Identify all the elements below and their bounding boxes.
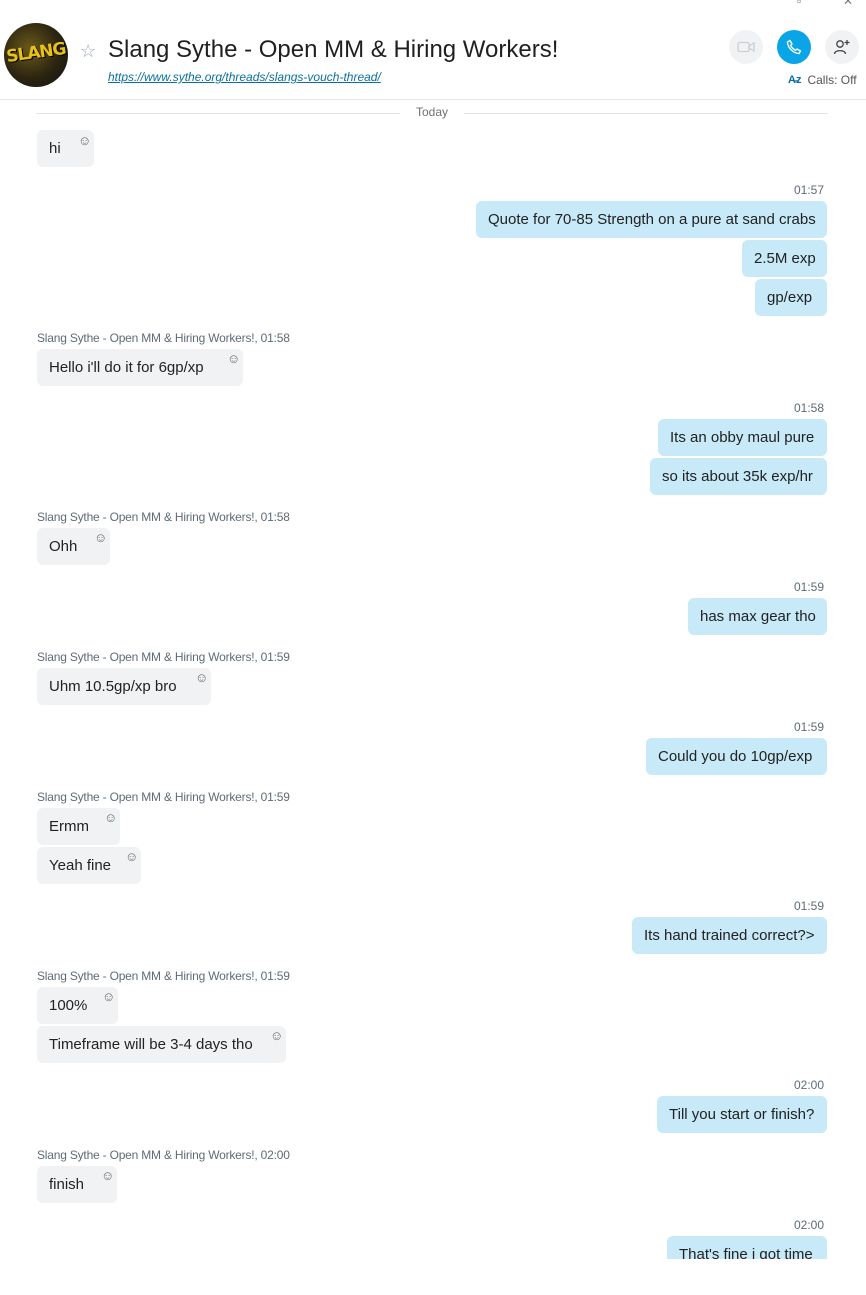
message-text: Its an obby maul pure — [670, 429, 815, 446]
sender-meta: Slang Sythe - Open MM & Hiring Workers!,… — [37, 510, 290, 524]
contact-avatar[interactable]: SLANG — [4, 23, 68, 87]
audio-call-button[interactable] — [777, 30, 811, 64]
add-person-icon — [833, 40, 850, 55]
reaction-icon[interactable]: ☺ — [227, 352, 240, 365]
message-text: Uhm 10.5gp/xp bro — [49, 678, 177, 695]
outgoing-message[interactable]: 2.5M exp — [742, 240, 827, 277]
reaction-icon[interactable]: ☺ — [94, 531, 107, 544]
incoming-message[interactable]: Hello i'll do it for 6gp/xp — [37, 349, 243, 386]
date-divider-line-right — [460, 113, 828, 114]
message-text: Ermm — [49, 818, 89, 835]
message-text: hi — [49, 140, 61, 157]
message-timestamp: 01:59 — [794, 720, 825, 734]
message-timestamp: 01:58 — [794, 401, 825, 415]
outgoing-message[interactable]: so its about 35k exp/hr — [650, 458, 827, 495]
sender-meta: Slang Sythe - Open MM & Hiring Workers!,… — [37, 790, 290, 804]
message-text: finish — [49, 1176, 85, 1193]
message-timestamp: 02:00 — [794, 1218, 825, 1232]
calls-label: Calls: Off — [807, 73, 857, 87]
message-text: Ohh — [49, 538, 78, 555]
video-icon — [737, 41, 755, 53]
reaction-icon[interactable]: ☺ — [102, 990, 115, 1003]
reaction-icon[interactable]: ☺ — [125, 850, 138, 863]
message-timestamp: 01:59 — [794, 580, 825, 594]
message-text: Its hand trained correct?> — [644, 927, 815, 944]
sender-meta: Slang Sythe - Open MM & Hiring Workers!,… — [37, 969, 290, 983]
message-text: has max gear tho — [700, 608, 816, 625]
chat-title: Slang Sythe - Open MM & Hiring Workers! — [108, 36, 559, 63]
outgoing-message[interactable]: Could you do 10gp/exp — [646, 738, 827, 775]
close-icon[interactable]: ✕ — [843, 0, 853, 8]
incoming-message[interactable]: Uhm 10.5gp/xp bro — [37, 668, 211, 705]
message-text: Yeah fine — [49, 857, 112, 874]
outgoing-message[interactable]: gp/exp — [755, 279, 827, 316]
message-text: Till you start or finish? — [669, 1106, 815, 1123]
outgoing-message[interactable]: Its an obby maul pure — [658, 419, 827, 456]
chat-header: SLANG ☆ Slang Sythe - Open MM & Hiring W… — [0, 0, 866, 100]
sender-meta: Slang Sythe - Open MM & Hiring Workers!,… — [37, 331, 290, 345]
maximize-icon[interactable]: ▫ — [797, 0, 801, 8]
message-text: Could you do 10gp/exp — [658, 748, 813, 765]
reaction-icon[interactable]: ☺ — [78, 134, 91, 147]
incoming-message[interactable]: Timeframe will be 3-4 days tho — [37, 1026, 286, 1063]
outgoing-message[interactable]: Till you start or finish? — [657, 1096, 827, 1133]
video-call-button[interactable] — [729, 30, 763, 64]
message-text: Timeframe will be 3-4 days tho — [49, 1036, 253, 1053]
translate-icon: A̶z — [788, 74, 802, 86]
phone-icon — [786, 39, 802, 55]
message-timestamp: 02:00 — [794, 1078, 825, 1092]
message-text: 2.5M exp — [754, 250, 816, 267]
calls-status[interactable]: A̶z Calls: Off — [788, 73, 857, 87]
star-icon[interactable]: ☆ — [80, 41, 96, 61]
profile-link[interactable]: https://www.sythe.org/threads/slangs-vou… — [108, 70, 381, 84]
date-divider-line-left — [36, 113, 404, 114]
chat-bottom-area — [0, 1259, 866, 1295]
avatar-logo-text: SLANG — [5, 38, 67, 68]
message-timestamp: 01:59 — [794, 899, 825, 913]
outgoing-message[interactable]: has max gear tho — [688, 598, 827, 635]
message-text: so its about 35k exp/hr — [662, 468, 813, 485]
outgoing-message[interactable]: Its hand trained correct?> — [632, 917, 827, 954]
reaction-icon[interactable]: ☺ — [101, 1169, 114, 1182]
add-participant-button[interactable] — [825, 30, 859, 64]
message-timestamp: 01:57 — [794, 183, 825, 197]
outgoing-message[interactable]: Quote for 70-85 Strength on a pure at sa… — [476, 201, 827, 238]
sender-meta: Slang Sythe - Open MM & Hiring Workers!,… — [37, 1148, 290, 1162]
message-text: Quote for 70-85 Strength on a pure at sa… — [488, 211, 816, 228]
message-text: 100% — [49, 997, 88, 1014]
reaction-icon[interactable]: ☺ — [104, 811, 117, 824]
date-divider-label: Today — [400, 105, 464, 119]
reaction-icon[interactable]: ☺ — [270, 1029, 283, 1042]
message-text: Hello i'll do it for 6gp/xp — [49, 359, 204, 376]
reaction-icon[interactable]: ☺ — [195, 671, 208, 684]
sender-meta: Slang Sythe - Open MM & Hiring Workers!,… — [37, 650, 290, 664]
message-text: gp/exp — [767, 289, 813, 306]
